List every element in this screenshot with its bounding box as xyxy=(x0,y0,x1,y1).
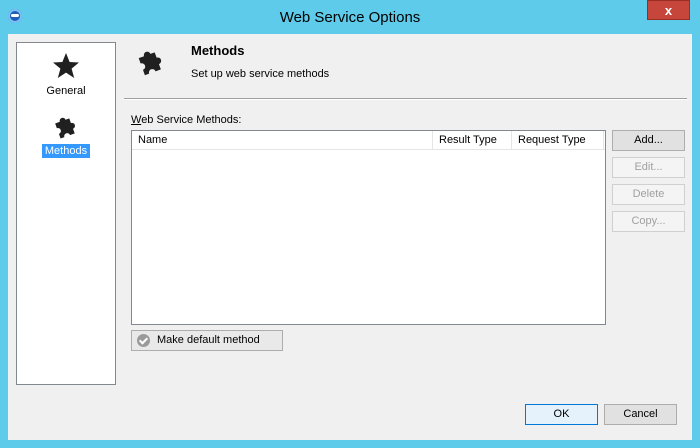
star-icon xyxy=(53,53,79,78)
title-bar[interactable]: Web Service Options x xyxy=(0,0,700,34)
puzzle-icon xyxy=(55,117,75,139)
add-button[interactable]: Add... xyxy=(612,130,685,151)
methods-list-label: Web Service Methods: xyxy=(131,114,241,126)
sidebar-item-general[interactable]: General xyxy=(17,51,115,98)
edit-button[interactable]: Edit... xyxy=(612,157,685,178)
category-sidebar: General Methods xyxy=(16,42,116,385)
sidebar-item-label: Methods xyxy=(41,144,91,158)
dialog-body: General Methods Methods Set up web servi… xyxy=(8,34,692,440)
methods-list[interactable]: Name Result Type Request Type xyxy=(131,130,606,325)
copy-button[interactable]: Copy... xyxy=(612,211,685,232)
window-title: Web Service Options xyxy=(279,9,421,26)
make-default-method-button[interactable]: Make default method xyxy=(131,330,283,351)
dialog-window: Web Service Options x General Methods Me… xyxy=(0,0,700,448)
cancel-button[interactable]: Cancel xyxy=(604,404,677,425)
label-text: eb Service Methods: xyxy=(141,114,242,126)
column-header-request-type[interactable]: Request Type xyxy=(512,131,604,149)
sidebar-item-methods[interactable]: Methods xyxy=(17,111,115,158)
list-header: Name Result Type Request Type xyxy=(132,131,605,150)
column-header-name[interactable]: Name xyxy=(132,131,433,149)
ok-button[interactable]: OK xyxy=(525,404,598,425)
header-divider xyxy=(124,98,687,100)
sidebar-item-label: General xyxy=(46,85,86,97)
puzzle-icon xyxy=(138,51,162,76)
page-subtitle: Set up web service methods xyxy=(191,68,330,80)
page-title: Methods xyxy=(191,43,245,58)
close-button[interactable]: x xyxy=(647,0,690,20)
label-mnemonic: W xyxy=(131,114,142,126)
column-header-result-type[interactable]: Result Type xyxy=(433,131,512,149)
delete-button[interactable]: Delete xyxy=(612,184,685,205)
checkmark-icon xyxy=(137,334,150,347)
make-default-label: Make default method xyxy=(157,334,260,346)
